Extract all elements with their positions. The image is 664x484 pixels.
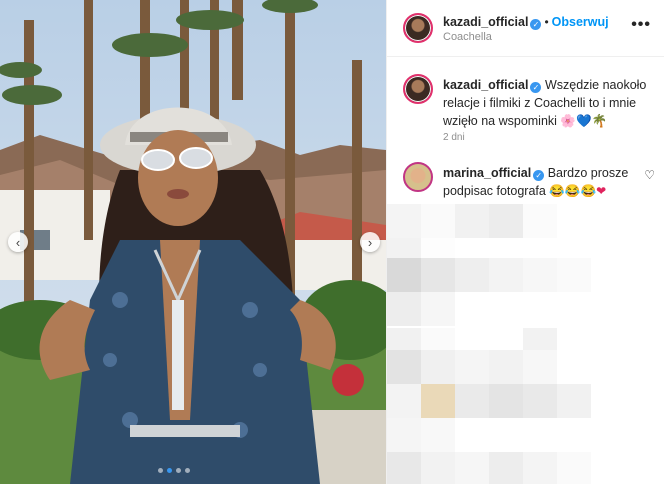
post-photo[interactable]: ‹ › <box>0 0 386 484</box>
chevron-left-icon: ‹ <box>15 234 21 250</box>
carousel-prev-button[interactable]: ‹ <box>8 232 28 252</box>
blurred-comments-area <box>387 204 664 484</box>
blur-tile <box>557 452 591 484</box>
caption-text-block: kazadi_official ✓ Wszędzie naokoło relacj… <box>443 76 653 130</box>
blur-tile <box>421 350 455 384</box>
header-title-row: kazadi_official ✓ • Obserwuj <box>443 13 609 31</box>
verified-badge-icon: ✓ <box>530 82 542 93</box>
comment-emoji-heart: ❤ <box>596 184 607 198</box>
blur-tile <box>421 384 455 418</box>
post-header: kazadi_official ✓ • Obserwuj Coachella ••• <box>387 0 664 57</box>
blur-tile <box>455 350 489 384</box>
author-avatar[interactable] <box>403 13 433 43</box>
blur-tile <box>489 452 523 484</box>
verified-badge-icon: ✓ <box>530 19 542 30</box>
blur-tile <box>489 350 523 384</box>
blur-tile <box>421 418 455 452</box>
carousel-dot-active <box>167 468 172 473</box>
blur-tile <box>421 292 455 326</box>
caption-timestamp[interactable]: 2 dni <box>443 132 465 143</box>
blur-tile <box>387 204 421 238</box>
caption-emoji-flower: 🌸 <box>560 114 576 128</box>
blur-tile <box>387 258 421 292</box>
caption-username[interactable]: kazadi_official <box>443 78 528 92</box>
blur-tile <box>489 204 523 238</box>
carousel-dot <box>158 468 163 473</box>
author-username[interactable]: kazadi_official <box>443 15 528 29</box>
caption-avatar[interactable] <box>403 74 433 104</box>
comment-emoji-laugh: 😂 <box>549 184 565 198</box>
post-location[interactable]: Coachella <box>443 31 492 43</box>
blur-tile <box>387 292 421 326</box>
blur-tile <box>387 350 421 384</box>
commenter-username[interactable]: marina_official <box>443 166 531 180</box>
follow-button[interactable]: Obserwuj <box>552 15 609 29</box>
blur-tile <box>421 204 455 238</box>
carousel-next-button[interactable]: › <box>360 232 380 252</box>
blur-tile <box>523 204 557 238</box>
blur-tile <box>523 384 557 418</box>
blur-tile <box>455 204 489 238</box>
header-separator: • <box>544 15 549 29</box>
blur-tile <box>523 452 557 484</box>
comment-emoji-laugh: 😂 <box>564 184 581 198</box>
blur-tile <box>523 350 557 384</box>
comment-text-block: marina_official ✓ Bardzo prosze podpisac … <box>443 164 638 200</box>
caption-emoji-heart: 💙 <box>576 114 592 128</box>
blur-tile <box>387 384 421 418</box>
more-options-icon[interactable]: ••• <box>631 16 651 34</box>
blur-tile <box>523 258 557 292</box>
caption-emoji-palm: 🌴 <box>591 114 608 128</box>
blur-tile <box>421 452 455 484</box>
blur-tile <box>455 384 489 418</box>
carousel-dot <box>185 468 190 473</box>
blur-tile <box>455 258 489 292</box>
verified-badge-icon: ✓ <box>533 170 545 181</box>
carousel-dot <box>176 468 181 473</box>
comment-emoji-laugh: 😂 <box>580 184 597 198</box>
blur-tile <box>387 418 421 452</box>
blur-tile <box>455 452 489 484</box>
commenter-avatar[interactable] <box>403 162 433 192</box>
photo-illustration <box>0 0 386 484</box>
blur-tile <box>557 258 591 292</box>
carousel-dots <box>158 468 190 473</box>
blur-tile <box>489 384 523 418</box>
chevron-right-icon: › <box>367 234 373 250</box>
blur-tile <box>421 258 455 292</box>
blur-tile <box>387 452 421 484</box>
post-side-panel: kazadi_official ✓ • Obserwuj Coachella ••• … <box>386 0 664 484</box>
blur-tile <box>557 384 591 418</box>
blur-tile <box>489 258 523 292</box>
like-comment-heart-icon[interactable]: ♡ <box>644 168 655 182</box>
